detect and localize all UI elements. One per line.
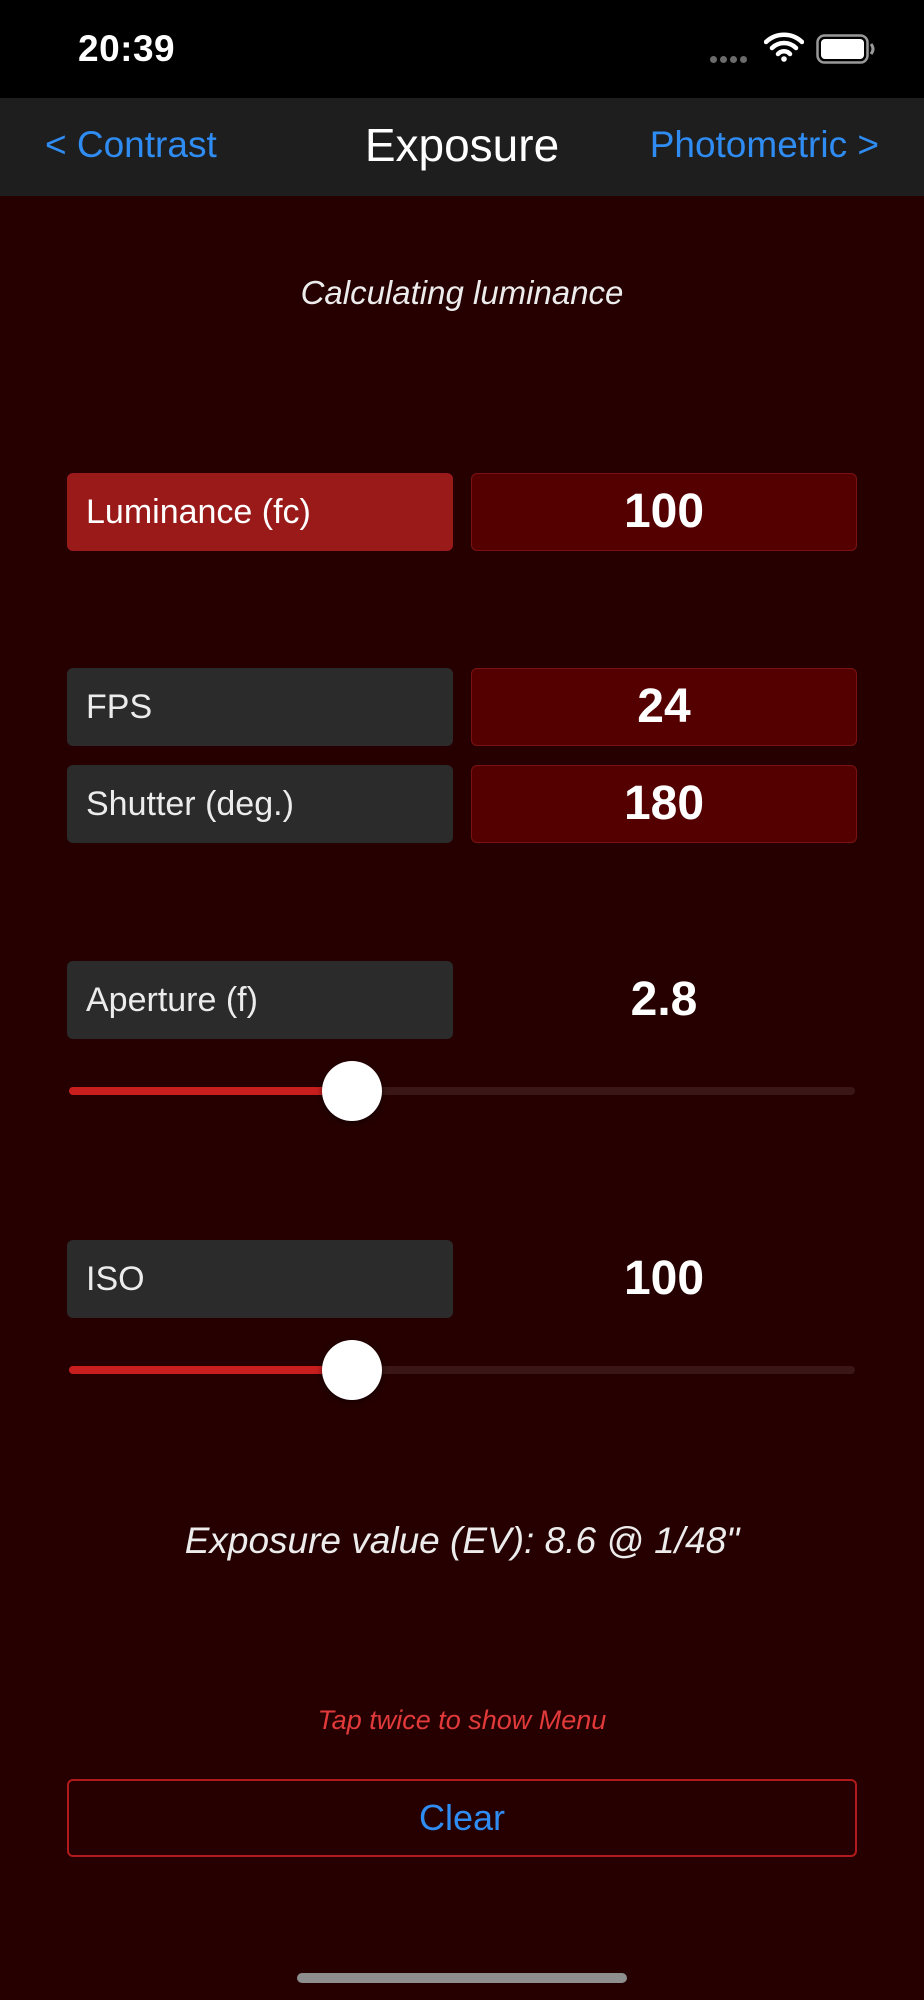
iso-slider-thumb[interactable] [321, 1340, 382, 1400]
navigation-bar: < Contrast Exposure Photometric > [0, 98, 924, 196]
aperture-slider[interactable] [69, 1061, 855, 1121]
fps-value-field[interactable]: 24 [471, 668, 857, 746]
fps-label-button[interactable]: FPS [67, 668, 453, 746]
mode-subtitle: Calculating luminance [300, 274, 624, 311]
wifi-icon [764, 32, 804, 62]
luminance-value-field[interactable]: 100 [471, 473, 857, 551]
home-indicator[interactable] [297, 1973, 627, 1983]
forward-photometric-button[interactable]: Photometric > [650, 124, 879, 166]
battery-icon [816, 34, 875, 64]
iso-value: 100 [623, 1252, 705, 1305]
iso-label-button[interactable]: ISO [67, 1240, 453, 1318]
aperture-value: 2.8 [630, 973, 698, 1026]
iso-slider-fill [69, 1366, 352, 1374]
shutter-label-button[interactable]: Shutter (deg.) [67, 765, 453, 843]
clear-button[interactable]: Clear [67, 1779, 857, 1857]
shutter-value-field[interactable]: 180 [471, 765, 857, 843]
iso-slider[interactable] [69, 1340, 855, 1400]
menu-hint: Tap twice to show Menu [317, 1705, 607, 1735]
cellular-signal-icon [710, 50, 750, 68]
aperture-label-button[interactable]: Aperture (f) [67, 961, 453, 1039]
status-bar: 20:39 [0, 0, 924, 98]
exposure-value-result: Exposure value (EV): 8.6 @ 1/48" [184, 1520, 740, 1561]
aperture-slider-fill [69, 1087, 352, 1095]
aperture-slider-thumb[interactable] [321, 1061, 382, 1121]
luminance-label-button[interactable]: Luminance (fc) [67, 473, 453, 551]
status-time: 20:39 [78, 28, 176, 69]
